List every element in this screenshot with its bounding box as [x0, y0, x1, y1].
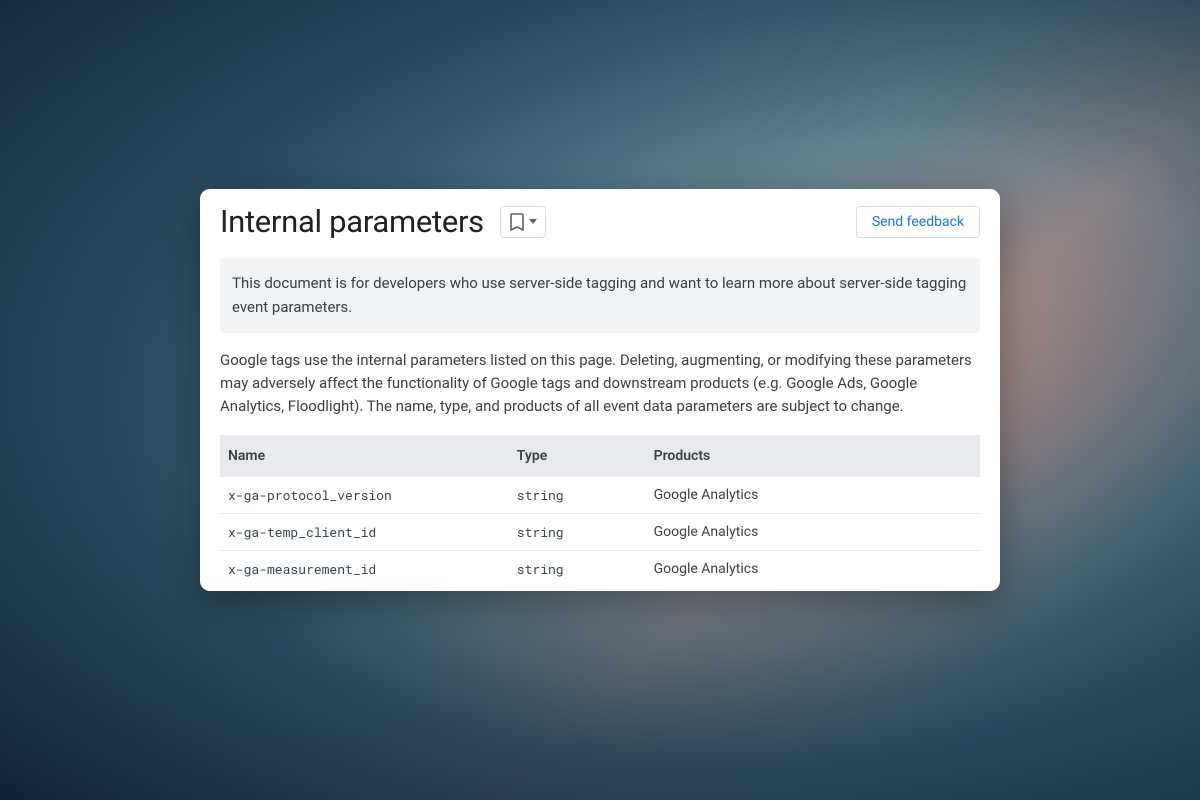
cell-type: string: [509, 513, 646, 550]
cell-products: Google Analytics: [646, 513, 980, 550]
info-callout: This document is for developers who use …: [220, 258, 980, 333]
cell-type: string: [509, 477, 646, 514]
bookmark-icon: [509, 213, 525, 231]
table-header-row: Name Type Products: [220, 435, 980, 477]
cell-name: x-ga-measurement_id: [220, 550, 509, 587]
table-row: x-ga-protocol_version string Google Anal…: [220, 477, 980, 514]
cell-type: string: [509, 550, 646, 587]
bookmark-button[interactable]: [500, 206, 546, 238]
send-feedback-button[interactable]: Send feedback: [856, 206, 980, 238]
header-left-group: Internal parameters: [220, 203, 546, 240]
page-title: Internal parameters: [220, 203, 484, 240]
cell-products: Google Analytics: [646, 550, 980, 587]
col-header-type: Type: [509, 435, 646, 477]
parameters-table: Name Type Products x-ga-protocol_version…: [220, 435, 980, 587]
cell-name: x-ga-temp_client_id: [220, 513, 509, 550]
chevron-down-icon: [529, 219, 537, 224]
col-header-name: Name: [220, 435, 509, 477]
table-row: x-ga-measurement_id string Google Analyt…: [220, 550, 980, 587]
cell-name: x-ga-protocol_version: [220, 477, 509, 514]
body-paragraph: Google tags use the internal parameters …: [220, 349, 980, 419]
document-card: Internal parameters Send feedback This d…: [200, 189, 1000, 590]
cell-products: Google Analytics: [646, 477, 980, 514]
document-header: Internal parameters Send feedback: [200, 189, 1000, 250]
col-header-products: Products: [646, 435, 980, 477]
table-row: x-ga-temp_client_id string Google Analyt…: [220, 513, 980, 550]
